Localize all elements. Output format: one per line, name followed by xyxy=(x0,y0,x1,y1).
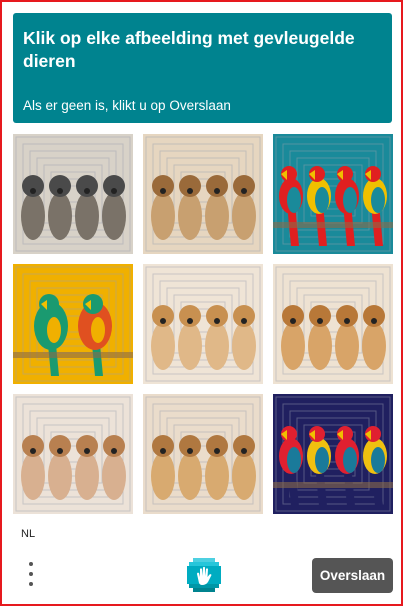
image-tile-2[interactable] xyxy=(143,134,263,254)
language-selector[interactable]: NL xyxy=(21,528,35,540)
image-tile-9[interactable] xyxy=(273,394,393,514)
image-tile-3[interactable] xyxy=(273,134,393,254)
image-tile-6[interactable] xyxy=(273,264,393,384)
challenge-subtitle: Als er geen is, klikt u op Overslaan xyxy=(23,98,231,113)
dogs-image xyxy=(143,134,263,254)
dogs-image xyxy=(143,394,263,514)
image-tile-7[interactable] xyxy=(13,394,133,514)
image-tile-1[interactable] xyxy=(13,134,133,254)
image-tile-4[interactable] xyxy=(13,264,133,384)
dogs-image xyxy=(143,264,263,384)
parrots-image xyxy=(13,264,133,384)
dogs-image xyxy=(13,134,133,254)
challenge-title: Klik op elke afbeelding met gevleugelde … xyxy=(23,28,355,71)
dogs-image xyxy=(273,264,393,384)
challenge-header: Klik op elke afbeelding met gevleugelde … xyxy=(13,13,392,123)
hcaptcha-logo-icon[interactable] xyxy=(187,558,221,592)
skip-button[interactable]: Overslaan xyxy=(312,558,393,593)
captcha-challenge-frame: Klik op elke afbeelding met gevleugelde … xyxy=(0,0,403,606)
parrots-image xyxy=(273,134,393,254)
vertical-ellipsis-icon[interactable] xyxy=(22,559,40,589)
parrots-image xyxy=(273,394,393,514)
image-tile-5[interactable] xyxy=(143,264,263,384)
dogs-image xyxy=(13,394,133,514)
image-tile-8[interactable] xyxy=(143,394,263,514)
